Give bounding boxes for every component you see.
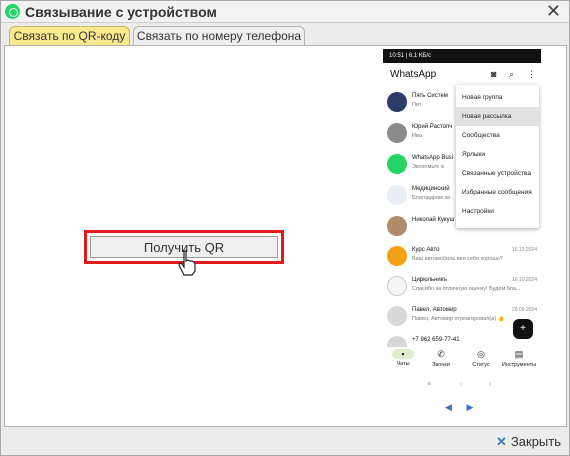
chat-name: Николай Кукуш <box>412 217 455 223</box>
window-title: Связывание с устройством <box>25 4 217 20</box>
arrow-left-icon[interactable]: ◀ <box>445 402 452 412</box>
menu-item-communities: Сообщества <box>462 132 500 139</box>
arrow-right-icon[interactable]: ▶ <box>466 402 473 412</box>
avatar <box>387 246 407 266</box>
menu-item-starred: Избранные сообщения <box>462 189 532 196</box>
menu-item-new-group: Новая группа <box>462 94 503 101</box>
close-button-label: Закрыть <box>510 434 561 449</box>
chat-name: Юрий Растопч <box>412 124 453 130</box>
chat-icon: ▪ <box>392 349 414 359</box>
dialog-window: Связывание с устройством ✕ Связать по QR… <box>0 0 570 456</box>
hand-cursor-icon <box>178 250 196 276</box>
back-icon: ‹ <box>489 381 492 388</box>
avatar <box>387 216 407 236</box>
nav-tools: ▤ Инструменты <box>501 349 537 368</box>
avatar <box>387 123 407 143</box>
chat-name: Павел, Автомир <box>412 307 457 313</box>
close-button[interactable]: ✕ Закрыть <box>496 434 561 450</box>
avatar <box>387 276 407 296</box>
camera-icon: ◙ <box>491 69 497 79</box>
status-icon: ◎ <box>477 349 485 359</box>
more-icon: ⋮ <box>527 69 536 79</box>
chat-message: Ваш автомобиль вел себя хорошо? <box>412 256 503 262</box>
chat-name: WhatsApp Busi <box>412 155 454 161</box>
dialog-footer: ✕ Закрыть <box>1 429 569 455</box>
list-item: Курс Авто Ваш автомобиль вел себя хорошо… <box>383 243 541 273</box>
list-item: Цирюльникъ Спасибо за отличную оценку! Б… <box>383 273 541 303</box>
chat-name: Цирюльникъ <box>412 277 448 283</box>
avatar <box>387 92 407 112</box>
avatar <box>387 185 407 205</box>
store-icon: ▤ <box>514 349 524 359</box>
nav-chats: ▪ Чаты <box>385 349 421 367</box>
home-icon: ○ <box>459 381 464 388</box>
chat-name: Курс Авто <box>412 247 440 253</box>
title-bar: Связывание с устройством ✕ <box>1 1 569 23</box>
avatar <box>387 154 407 174</box>
menu-item-new-broadcast: Новая рассылка <box>456 107 539 126</box>
chat-date: 10.10.2024 <box>511 277 537 283</box>
search-icon: ⌕ <box>509 69 515 79</box>
nav-calls: ✆ Звонки <box>423 349 459 368</box>
phone-status-bar: 10:51 | 6,1 КБ/с <box>383 49 541 63</box>
phone-bottom-nav: ▪ Чаты ✆ Звонки ◎ Статус ▤ Инструменты <box>383 347 541 377</box>
nav-label: Статус <box>472 362 490 368</box>
tab-phone-number[interactable]: Связать по номеру телефона <box>133 26 305 46</box>
chat-message: Спасибо за отличную оценку! Будем бла... <box>412 286 521 292</box>
nav-status: ◎ Статус <box>463 349 499 368</box>
nav-label: Инструменты <box>501 362 537 368</box>
chat-name: Пять Систем <box>412 93 448 99</box>
nav-label: Звонки <box>432 362 450 368</box>
chat-date: 20.09.2024 <box>511 307 537 313</box>
overflow-menu: Новая группа Новая рассылка Сообщества Я… <box>456 85 539 228</box>
android-nav-bar: ≡ ○ ‹ <box>383 381 541 391</box>
chat-name: Медицинский <box>412 186 450 192</box>
page-arrows: ◀ ▶ <box>445 402 473 413</box>
menu-item-settings: Настройки <box>462 208 494 215</box>
recent-apps-icon: ≡ <box>427 381 432 388</box>
nav-label: Чаты <box>396 361 410 367</box>
avatar <box>387 306 407 326</box>
chat-date: 16.12.2024 <box>511 247 537 253</box>
tab-qr-code[interactable]: Связать по QR-коду <box>9 26 130 46</box>
phone-icon: ✆ <box>437 349 445 359</box>
chat-name: +7 962 659-77-41 <box>412 337 460 343</box>
menu-item-labels: Ярлыки <box>462 151 486 158</box>
whatsapp-header: WhatsApp ◙ ⌕ ⋮ <box>383 63 541 87</box>
menu-item-linked-devices: Связанные устройства <box>462 170 531 177</box>
whatsapp-icon <box>5 4 20 19</box>
close-icon: ✕ <box>496 434 507 449</box>
whatsapp-title: WhatsApp <box>390 69 437 80</box>
close-icon[interactable]: ✕ <box>546 2 561 20</box>
new-chat-icon: + <box>513 319 533 339</box>
